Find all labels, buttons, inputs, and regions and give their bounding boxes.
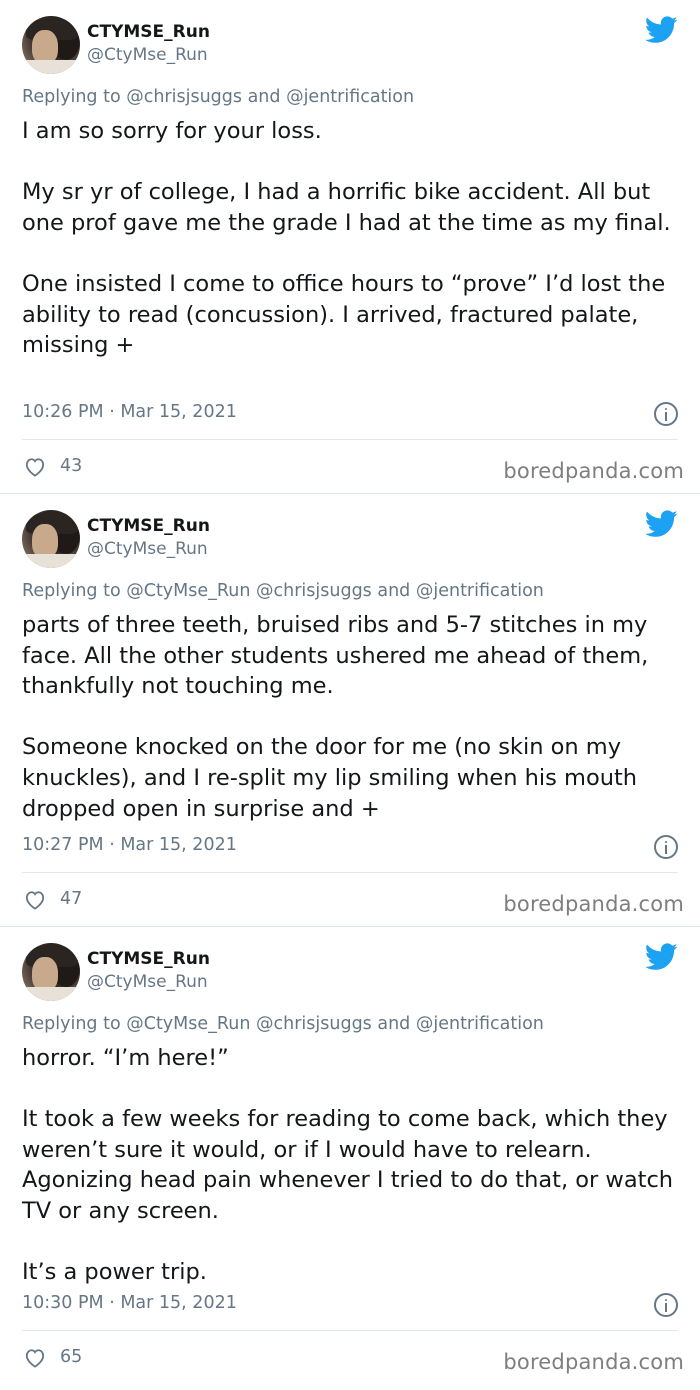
like-count: 65 bbox=[60, 1347, 83, 1367]
info-icon[interactable] bbox=[654, 1293, 678, 1317]
author-handle[interactable]: @CtyMse_Run bbox=[87, 539, 208, 559]
replying-to: Replying to @CtyMse_Run @chrisjsuggs and… bbox=[22, 581, 544, 601]
author-handle[interactable]: @CtyMse_Run bbox=[87, 972, 208, 992]
watermark: boredpanda.com bbox=[503, 892, 684, 916]
info-icon[interactable] bbox=[654, 835, 678, 859]
like-count: 47 bbox=[60, 889, 83, 909]
tweet-text: I am so sorry for your loss. My sr yr of… bbox=[22, 118, 671, 359]
tweet-text: parts of three teeth, bruised ribs and 5… bbox=[22, 612, 649, 822]
divider bbox=[22, 1330, 678, 1331]
watermark: boredpanda.com bbox=[503, 1350, 684, 1374]
divider bbox=[22, 872, 678, 873]
like-count: 43 bbox=[60, 456, 83, 476]
twitter-bird-icon[interactable] bbox=[645, 16, 678, 44]
author-name[interactable]: CTYMSE_Run bbox=[87, 949, 210, 969]
tweet-text: horror. “I’m here!” It took a few weeks … bbox=[22, 1045, 674, 1286]
tweet-card[interactable]: CTYMSE_Run @CtyMse_Run Replying to @CtyM… bbox=[0, 494, 700, 927]
avatar[interactable] bbox=[22, 16, 80, 74]
timestamp[interactable]: 10:26 PM · Mar 15, 2021 bbox=[22, 402, 237, 422]
tweet-card[interactable]: CTYMSE_Run @CtyMse_Run Replying to @chri… bbox=[0, 0, 700, 494]
info-icon[interactable] bbox=[654, 402, 678, 426]
replying-to: Replying to @chrisjsuggs and @jentrifica… bbox=[22, 87, 415, 107]
avatar[interactable] bbox=[22, 943, 80, 1001]
watermark: boredpanda.com bbox=[503, 459, 684, 483]
heart-icon[interactable] bbox=[24, 890, 46, 910]
tweet-card[interactable]: CTYMSE_Run @CtyMse_Run Replying to @CtyM… bbox=[0, 927, 700, 1390]
twitter-bird-icon[interactable] bbox=[645, 943, 678, 971]
twitter-bird-icon[interactable] bbox=[645, 510, 678, 538]
avatar[interactable] bbox=[22, 510, 80, 568]
tweet-thread: CTYMSE_Run @CtyMse_Run Replying to @chri… bbox=[0, 0, 700, 1390]
author-name[interactable]: CTYMSE_Run bbox=[87, 22, 210, 42]
author-name[interactable]: CTYMSE_Run bbox=[87, 516, 210, 536]
replying-to: Replying to @CtyMse_Run @chrisjsuggs and… bbox=[22, 1014, 544, 1034]
timestamp[interactable]: 10:30 PM · Mar 15, 2021 bbox=[22, 1293, 237, 1313]
divider bbox=[22, 439, 678, 440]
heart-icon[interactable] bbox=[24, 457, 46, 477]
timestamp[interactable]: 10:27 PM · Mar 15, 2021 bbox=[22, 835, 237, 855]
heart-icon[interactable] bbox=[24, 1348, 46, 1368]
author-handle[interactable]: @CtyMse_Run bbox=[87, 45, 208, 65]
